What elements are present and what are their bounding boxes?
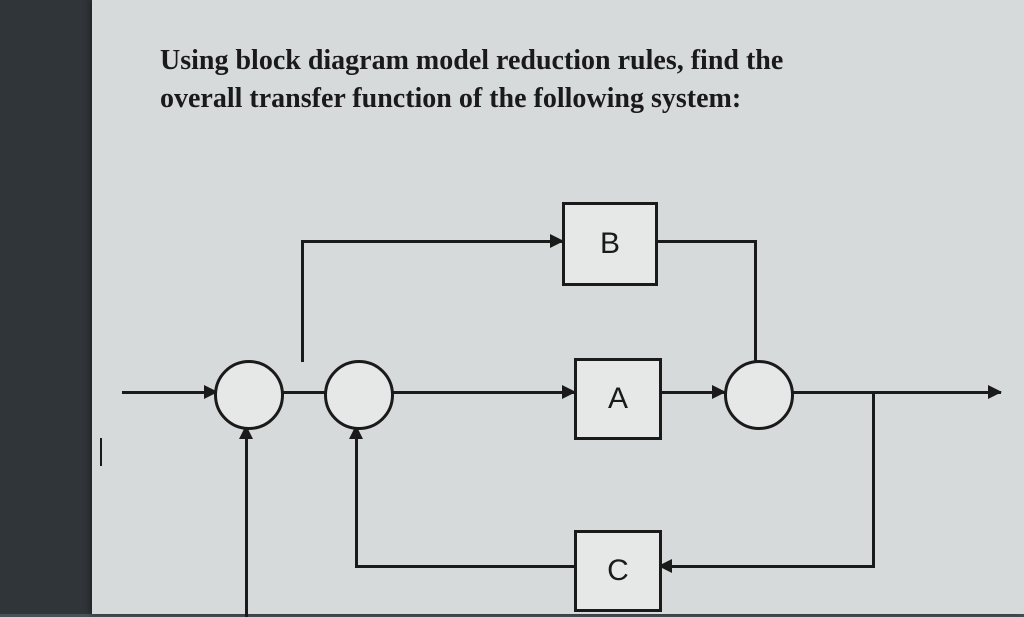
wire-output bbox=[791, 391, 1001, 394]
wire-B-top bbox=[301, 240, 563, 243]
block-A: A bbox=[574, 358, 662, 440]
wire-B-up bbox=[301, 240, 304, 362]
block-B: B bbox=[562, 202, 658, 286]
block-A-label: A bbox=[608, 382, 628, 416]
wire-fb-up bbox=[245, 437, 248, 617]
arrow-output bbox=[988, 385, 1002, 399]
wire-C-down bbox=[872, 391, 875, 567]
wire-C-up bbox=[355, 437, 358, 568]
block-C: C bbox=[574, 530, 662, 612]
document-page: Using block diagram model reduction rule… bbox=[92, 0, 1024, 614]
block-B-label: B bbox=[600, 227, 620, 261]
wire-B-right bbox=[652, 240, 756, 243]
viewer-gutter bbox=[0, 0, 92, 614]
wire-B-down bbox=[754, 240, 757, 362]
summing-junction-3 bbox=[724, 360, 794, 430]
block-diagram: B A C bbox=[92, 0, 1024, 614]
wire-sum2-A bbox=[391, 391, 575, 394]
wire-sum1-sum2 bbox=[281, 391, 325, 394]
wire-C-left1 bbox=[669, 565, 875, 568]
summing-junction-1 bbox=[214, 360, 284, 430]
block-C-label: C bbox=[607, 554, 629, 588]
wire-C-left2 bbox=[355, 565, 576, 568]
summing-junction-2 bbox=[324, 360, 394, 430]
wire-input bbox=[122, 391, 214, 394]
